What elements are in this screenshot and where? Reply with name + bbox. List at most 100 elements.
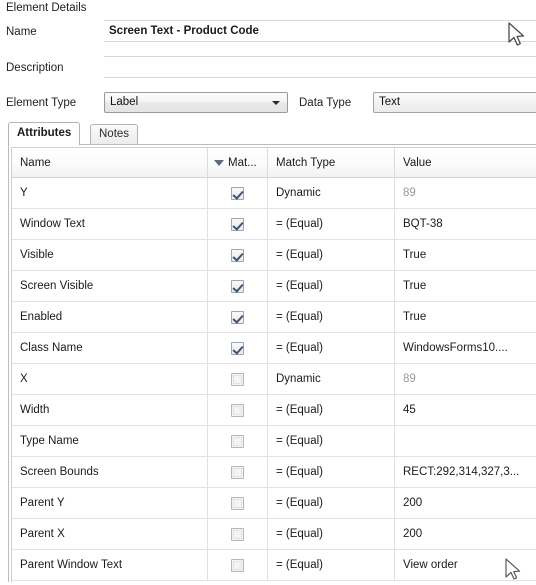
- column-header-match[interactable]: Mat...: [207, 148, 267, 177]
- page-title: Element Details: [6, 2, 87, 14]
- checkbox-unchecked-icon[interactable]: [231, 434, 244, 448]
- name-label: Name: [6, 26, 37, 38]
- element-type-dropdown[interactable]: Label: [104, 92, 288, 113]
- data-type-input[interactable]: Text: [373, 92, 536, 113]
- cell-match-checkbox[interactable]: [207, 209, 267, 239]
- cell-value: 89: [394, 364, 536, 394]
- cell-match-type: = (Equal): [267, 519, 394, 549]
- checkbox-unchecked-icon[interactable]: [231, 558, 244, 572]
- table-row[interactable]: Screen Visible = (Equal) True: [12, 271, 536, 302]
- cell-match-type: = (Equal): [267, 426, 394, 456]
- cell-attribute-name: Screen Visible: [20, 280, 94, 292]
- cell-attribute-name: Parent X: [20, 528, 65, 540]
- attributes-grid-body: Name Mat... Match Type Value Y Dynamic 89 W…: [11, 147, 536, 582]
- cell-match-type: Dynamic: [267, 178, 394, 208]
- checkbox-checked-icon[interactable]: [231, 217, 244, 231]
- checkbox-checked-icon[interactable]: [231, 310, 244, 324]
- table-row[interactable]: Enabled = (Equal) True: [12, 302, 536, 333]
- cell-match-type: = (Equal): [267, 333, 394, 363]
- description-label: Description: [6, 62, 64, 74]
- cell-value: True: [394, 271, 536, 301]
- element-type-label: Element Type: [6, 97, 77, 109]
- cell-value: 45: [394, 395, 536, 425]
- cell-value: BQT-38: [394, 209, 536, 239]
- cell-match-checkbox[interactable]: [207, 426, 267, 456]
- cell-attribute-name: Type Name: [20, 435, 79, 447]
- cell-match-checkbox[interactable]: [207, 271, 267, 301]
- cell-match-checkbox[interactable]: [207, 488, 267, 518]
- cell-match-checkbox[interactable]: [207, 178, 267, 208]
- table-row[interactable]: Parent Y = (Equal) 200: [12, 488, 536, 519]
- checkbox-checked-icon[interactable]: [231, 341, 244, 355]
- cell-attribute-name: Window Text: [20, 218, 85, 230]
- cell-match-type: = (Equal): [267, 488, 394, 518]
- column-header-value[interactable]: Value: [394, 148, 536, 177]
- tab-attributes[interactable]: Attributes: [8, 122, 81, 145]
- table-row[interactable]: Visible = (Equal) True: [12, 240, 536, 271]
- cell-match-checkbox[interactable]: [207, 333, 267, 363]
- cell-attribute-name: Enabled: [20, 311, 63, 323]
- cell-match-checkbox[interactable]: [207, 240, 267, 270]
- cell-attribute-name: X: [20, 373, 28, 385]
- checkbox-checked-icon[interactable]: [231, 279, 244, 293]
- cell-match-type: Dynamic: [267, 364, 394, 394]
- cell-match-type: = (Equal): [267, 209, 394, 239]
- table-row[interactable]: Y Dynamic 89: [12, 178, 536, 209]
- checkbox-unchecked-icon[interactable]: [231, 527, 244, 541]
- cell-match-type: = (Equal): [267, 550, 394, 580]
- cell-match-checkbox[interactable]: [207, 302, 267, 332]
- column-header-match-type[interactable]: Match Type: [267, 148, 394, 177]
- cell-match-checkbox[interactable]: [207, 395, 267, 425]
- table-row[interactable]: Window Text = (Equal) BQT-38: [12, 209, 536, 240]
- cell-attribute-name: Width: [20, 404, 50, 416]
- cell-attribute-name: Class Name: [20, 342, 83, 354]
- cell-value: WindowsForms10....: [394, 333, 536, 363]
- cell-match-checkbox[interactable]: [207, 457, 267, 487]
- tab-notes[interactable]: Notes: [90, 124, 139, 144]
- cell-value: [394, 426, 536, 456]
- column-header-name[interactable]: Name: [12, 148, 207, 177]
- cell-match-type: = (Equal): [267, 395, 394, 425]
- cell-value: View order: [394, 550, 536, 580]
- checkbox-checked-icon[interactable]: [231, 186, 244, 200]
- cell-match-type: = (Equal): [267, 240, 394, 270]
- table-row[interactable]: Type Name = (Equal): [12, 426, 536, 457]
- cell-match-type: = (Equal): [267, 302, 394, 332]
- name-input[interactable]: Screen Text - Product Code: [104, 20, 536, 42]
- table-row[interactable]: Parent X = (Equal) 200: [12, 519, 536, 550]
- cell-attribute-name: Visible: [20, 249, 54, 261]
- data-type-label: Data Type: [299, 97, 352, 109]
- cell-match-checkbox[interactable]: [207, 364, 267, 394]
- table-row[interactable]: X Dynamic 89: [12, 364, 536, 395]
- checkbox-checked-icon[interactable]: [231, 248, 244, 262]
- cell-attribute-name: Parent Window Text: [20, 559, 123, 571]
- cell-match-checkbox[interactable]: [207, 550, 267, 580]
- cell-value: True: [394, 240, 536, 270]
- cell-value: RECT:292,314,327,3...: [394, 457, 536, 487]
- checkbox-unchecked-icon[interactable]: [231, 465, 244, 479]
- element-type-value: Label: [110, 96, 139, 108]
- table-row[interactable]: Class Name = (Equal) WindowsForms10....: [12, 333, 536, 364]
- table-row[interactable]: Width = (Equal) 45: [12, 395, 536, 426]
- cell-match-type: = (Equal): [267, 271, 394, 301]
- cell-value: 89: [394, 178, 536, 208]
- sort-triangle-icon: [214, 159, 224, 166]
- cell-attribute-name: Y: [20, 187, 28, 199]
- checkbox-unchecked-icon[interactable]: [231, 372, 244, 386]
- cell-value: 200: [394, 488, 536, 518]
- cell-value: True: [394, 302, 536, 332]
- tabstrip: Attributes Notes: [8, 122, 536, 145]
- attributes-grid: Name Mat... Match Type Value Y Dynamic 89 W…: [8, 144, 536, 582]
- cell-attribute-name: Parent Y: [20, 497, 65, 509]
- description-input[interactable]: [104, 56, 536, 78]
- cell-match-checkbox[interactable]: [207, 519, 267, 549]
- column-header-match-label: Mat...: [228, 156, 257, 169]
- cell-match-type: = (Equal): [267, 457, 394, 487]
- table-row[interactable]: Parent Window Text = (Equal) View order: [12, 550, 536, 581]
- table-header-row: Name Mat... Match Type Value: [12, 148, 536, 178]
- chevron-down-icon[interactable]: [272, 101, 280, 105]
- checkbox-unchecked-icon[interactable]: [231, 496, 244, 510]
- table-row[interactable]: Screen Bounds = (Equal) RECT:292,314,327,3…: [12, 457, 536, 488]
- checkbox-unchecked-icon[interactable]: [231, 403, 244, 417]
- cell-attribute-name: Screen Bounds: [20, 466, 99, 478]
